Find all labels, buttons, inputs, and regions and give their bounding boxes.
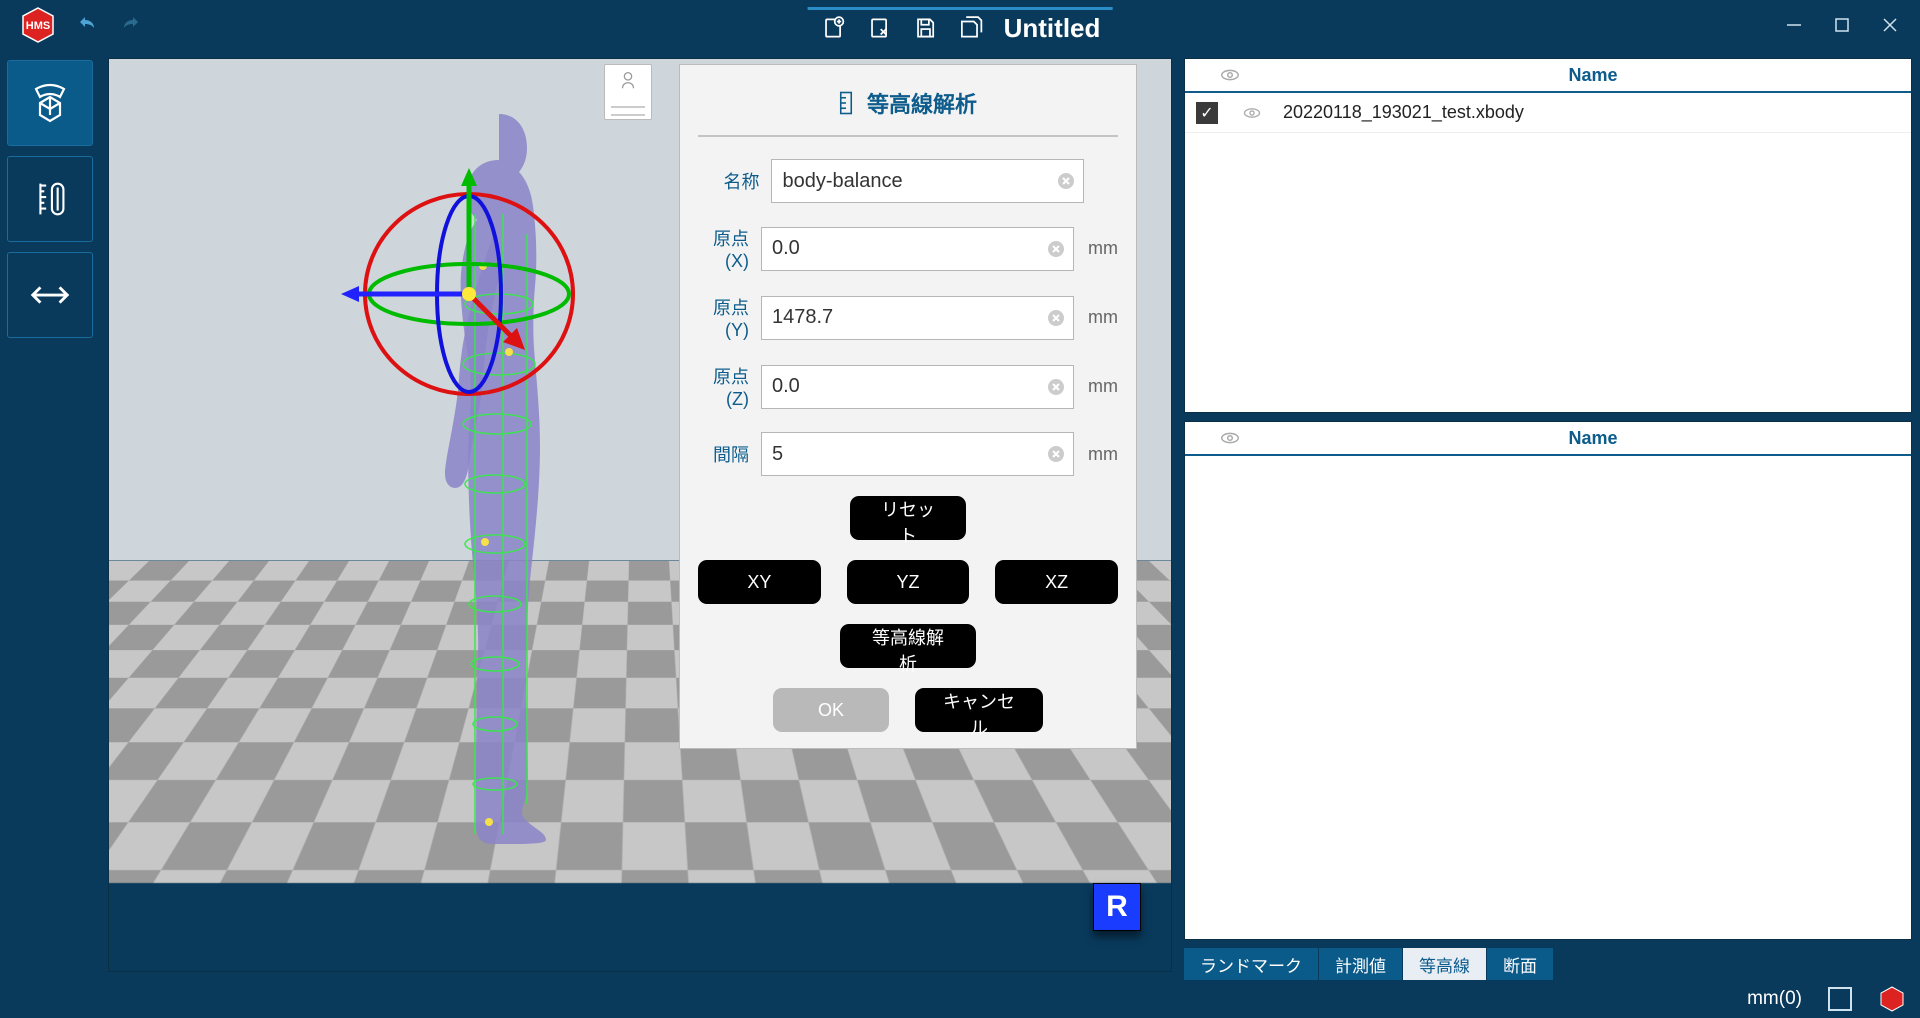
tool-rail <box>0 50 100 980</box>
viewport-3d[interactable]: R 等高線解析 名称 原点(X) mm <box>108 58 1172 972</box>
clear-interval-icon[interactable] <box>1046 444 1066 464</box>
tab-2[interactable]: 等高線 <box>1403 948 1487 980</box>
tab-0[interactable]: ランドマーク <box>1184 948 1319 980</box>
label-interval: 間隔 <box>698 441 751 467</box>
workspace: R 等高線解析 名称 原点(X) mm <box>0 50 1920 980</box>
row-visibility-icon[interactable] <box>1229 103 1275 123</box>
visibility-header-icon-2 <box>1185 427 1275 449</box>
document-title: Untitled <box>1004 13 1101 44</box>
analyze-button[interactable]: 等高線解析 <box>840 624 976 668</box>
xy-button[interactable]: XY <box>698 560 821 604</box>
transform-gizmo[interactable] <box>339 164 599 424</box>
maximize-icon[interactable] <box>1832 15 1852 35</box>
interval-input[interactable] <box>761 432 1074 476</box>
ok-button[interactable]: OK <box>773 688 889 732</box>
visibility-header-icon <box>1185 64 1275 86</box>
titlebar-center: Untitled <box>808 7 1113 44</box>
origin-z-input[interactable] <box>761 365 1074 409</box>
object-list-panel: Name ✓ 20220118_193021_test.xbody <box>1184 58 1912 413</box>
secondary-list-panel: Name <box>1184 421 1912 940</box>
status-square-icon[interactable] <box>1828 987 1852 1011</box>
clear-z-icon[interactable] <box>1046 377 1066 397</box>
titlebar-left: HMS <box>0 5 142 45</box>
right-pane: Name ✓ 20220118_193021_test.xbody Name ラ… <box>1180 50 1920 980</box>
row-name: 20220118_193021_test.xbody <box>1275 102 1911 123</box>
name-input[interactable] <box>771 159 1084 203</box>
secondary-list-header-name: Name <box>1275 428 1911 449</box>
clear-y-icon[interactable] <box>1046 308 1066 328</box>
status-bar: mm(0) <box>0 980 1920 1018</box>
object-list-header-name: Name <box>1275 65 1911 86</box>
save-all-icon[interactable] <box>958 14 986 42</box>
ruler-icon <box>839 90 853 116</box>
redo-icon[interactable] <box>118 13 142 37</box>
save-icon[interactable] <box>912 14 940 42</box>
minimize-icon[interactable] <box>1784 15 1804 35</box>
origin-x-input[interactable] <box>761 227 1074 271</box>
status-unit[interactable]: mm(0) <box>1747 988 1802 1010</box>
svg-text:HMS: HMS <box>26 20 50 32</box>
dialog-header: 等高線解析 <box>698 79 1118 137</box>
row-checkbox[interactable]: ✓ <box>1185 102 1229 124</box>
contour-analysis-dialog: 等高線解析 名称 原点(X) mm 原点(Y) <box>679 64 1137 749</box>
xz-button[interactable]: XZ <box>995 560 1118 604</box>
view-orientation-widget[interactable] <box>604 64 652 120</box>
titlebar: HMS Untitled <box>0 0 1920 50</box>
clear-name-icon[interactable] <box>1056 171 1076 191</box>
list-item[interactable]: ✓ 20220118_193021_test.xbody <box>1185 93 1911 133</box>
label-origin-z: 原点(Z) <box>698 363 751 410</box>
app-logo: HMS <box>18 5 58 45</box>
yz-button[interactable]: YZ <box>847 560 970 604</box>
unit-x: mm <box>1084 238 1118 259</box>
close-icon[interactable] <box>1880 15 1900 35</box>
tool-transform[interactable] <box>7 252 93 338</box>
open-file-icon[interactable] <box>866 14 894 42</box>
undo-icon[interactable] <box>76 13 100 37</box>
secondary-list-header: Name <box>1185 422 1911 456</box>
clear-x-icon[interactable] <box>1046 239 1066 259</box>
label-origin-x: 原点(X) <box>698 225 751 272</box>
cancel-button[interactable]: キャンセル <box>915 688 1043 732</box>
new-file-icon[interactable] <box>820 14 848 42</box>
window-controls <box>1784 0 1912 50</box>
unit-z: mm <box>1084 376 1118 397</box>
tab-3[interactable]: 断面 <box>1487 948 1554 980</box>
dialog-title: 等高線解析 <box>867 87 977 119</box>
tab-1[interactable]: 計測値 <box>1319 948 1403 980</box>
view-right-badge[interactable]: R <box>1093 883 1141 931</box>
reset-button[interactable]: リセット <box>850 496 966 540</box>
tool-measure[interactable] <box>7 156 93 242</box>
tool-view-cube[interactable] <box>7 60 93 146</box>
unit-y: mm <box>1084 307 1118 328</box>
label-origin-y: 原点(Y) <box>698 294 751 341</box>
unit-interval: mm <box>1084 444 1118 465</box>
bottom-tabs: ランドマーク計測値等高線断面 <box>1184 948 1912 980</box>
object-list-header: Name <box>1185 59 1911 93</box>
origin-y-input[interactable] <box>761 296 1074 340</box>
status-hex-icon[interactable] <box>1878 985 1906 1013</box>
label-name: 名称 <box>698 168 761 194</box>
